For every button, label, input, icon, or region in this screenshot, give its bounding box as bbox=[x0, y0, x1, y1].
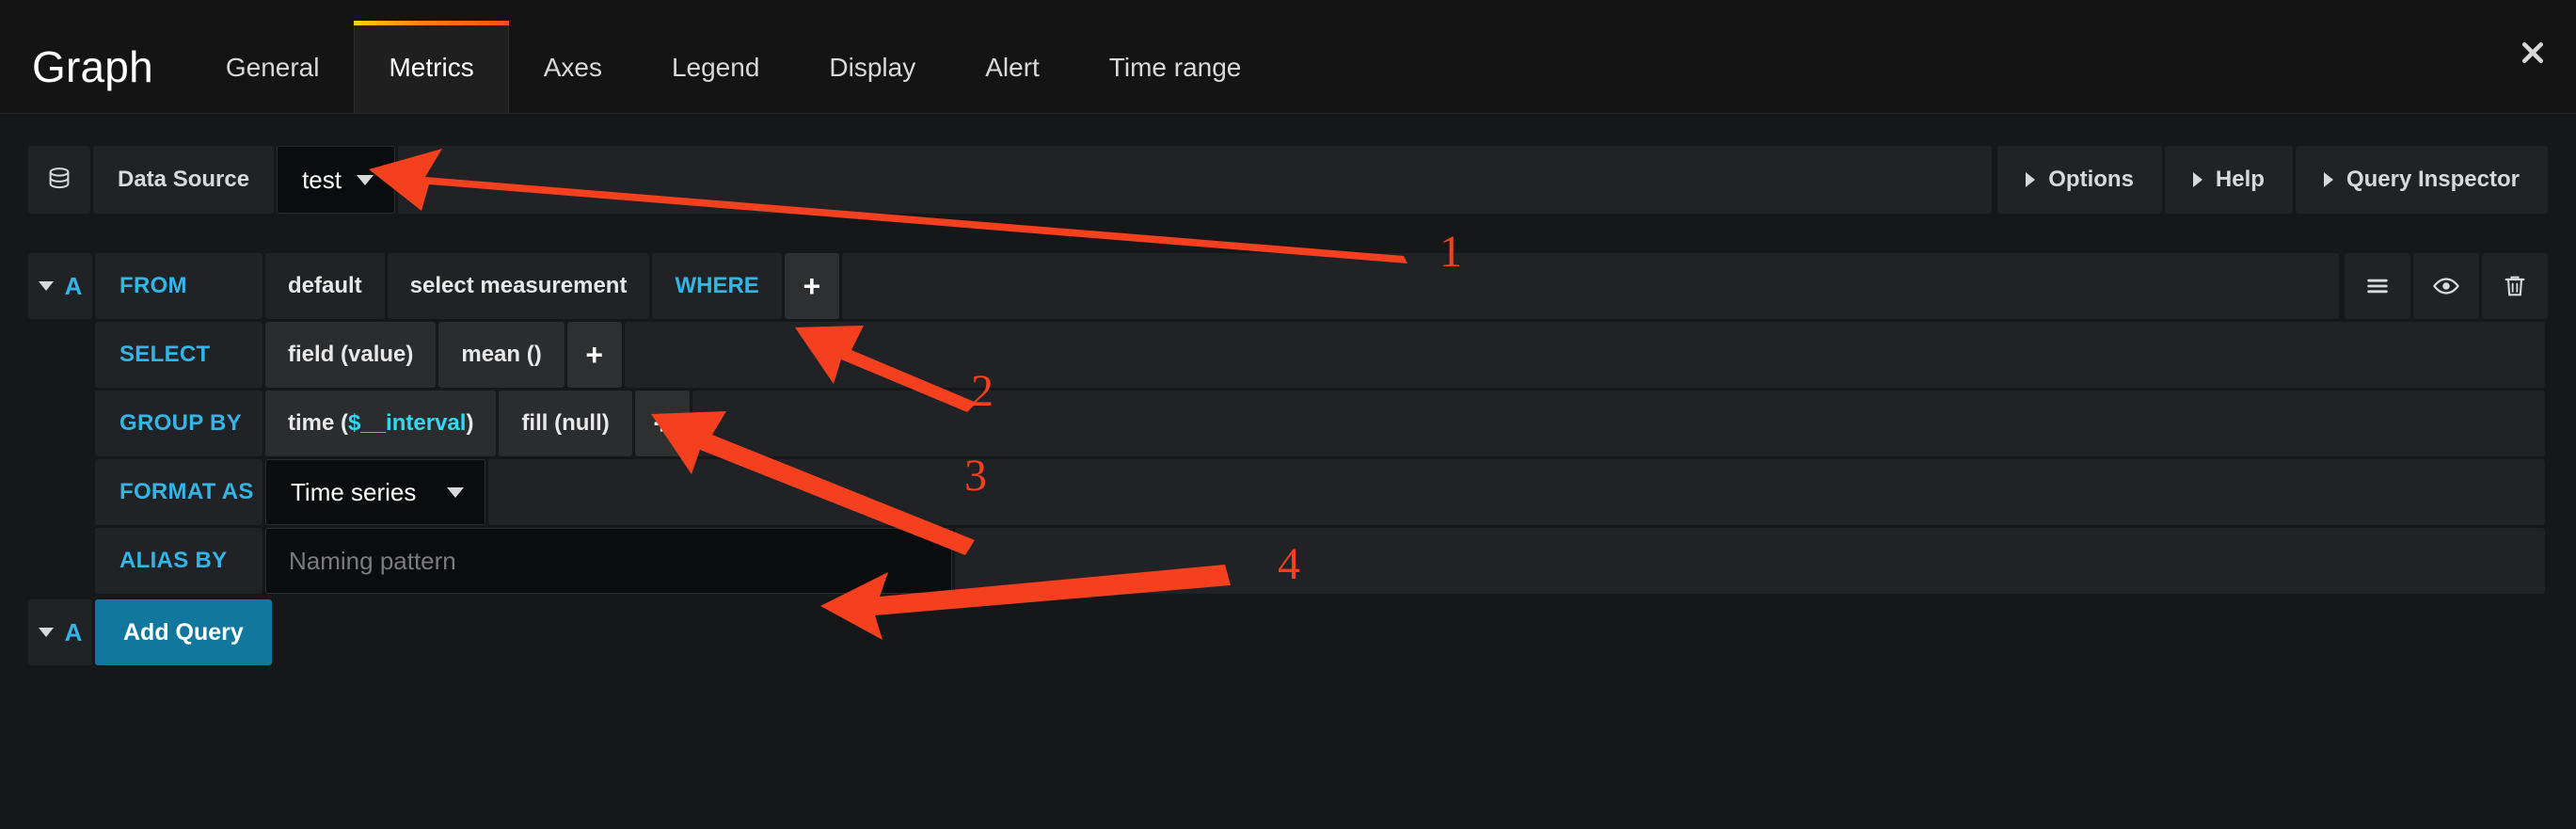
close-icon[interactable] bbox=[2489, 21, 2576, 85]
from-label: FROM bbox=[95, 253, 262, 319]
from-measurement-button[interactable]: select measurement bbox=[387, 253, 650, 319]
add-query-button[interactable]: Add Query bbox=[95, 599, 272, 665]
datasource-select[interactable]: test bbox=[277, 146, 395, 214]
tab-label: Display bbox=[829, 52, 916, 82]
chevron-right-icon bbox=[2192, 172, 2202, 187]
help-button-label: Help bbox=[2215, 167, 2265, 192]
chevron-down-icon bbox=[447, 486, 464, 498]
tab-label: Axes bbox=[543, 52, 602, 82]
group-by-row-filler bbox=[692, 391, 2545, 456]
chevron-right-icon bbox=[2026, 172, 2036, 187]
datasource-row-filler bbox=[397, 146, 1993, 214]
query-row-from: A FROM default select measurement WHERE … bbox=[28, 253, 2548, 319]
format-as-select[interactable]: Time series bbox=[265, 459, 485, 525]
alias-by-input[interactable] bbox=[265, 528, 952, 594]
datasource-label: Data Source bbox=[93, 146, 275, 214]
select-aggregation-button[interactable]: mean () bbox=[438, 322, 564, 388]
select-row-filler bbox=[624, 322, 2545, 388]
chevron-right-icon bbox=[2323, 172, 2333, 187]
options-button-label: Options bbox=[2048, 167, 2134, 192]
tab-legend[interactable]: Legend bbox=[637, 21, 794, 113]
select-label: SELECT bbox=[95, 322, 262, 388]
query-row-select: SELECT field (value) mean () + bbox=[28, 322, 2548, 388]
query-row-group-by: GROUP BY time ($__interval) fill (null) … bbox=[28, 391, 2548, 456]
tab-label: General bbox=[225, 52, 320, 82]
from-row-filler bbox=[841, 253, 2339, 319]
database-icon bbox=[28, 146, 90, 214]
select-add-button[interactable]: + bbox=[566, 322, 622, 388]
where-add-button[interactable]: + bbox=[784, 253, 839, 319]
chevron-down-icon bbox=[38, 281, 54, 291]
panel-editor-header: Graph General Metrics Axes Legend Displa… bbox=[0, 0, 2576, 114]
format-as-label: FORMAT AS bbox=[95, 459, 262, 525]
group-by-fill-button[interactable]: fill (null) bbox=[499, 391, 632, 456]
query-inspector-button[interactable]: Query Inspector bbox=[2295, 146, 2548, 214]
query-row-format-as: FORMAT AS Time series bbox=[28, 459, 2548, 525]
tab-label: Legend bbox=[671, 52, 760, 82]
add-query-letter: A bbox=[64, 617, 83, 646]
chevron-down-icon bbox=[38, 628, 54, 637]
tab-metrics[interactable]: Metrics bbox=[354, 21, 509, 113]
datasource-row: Data Source test Options Help Query Insp… bbox=[28, 146, 2548, 214]
group-by-time-variable: $__interval bbox=[348, 410, 467, 436]
group-by-time-prefix: time ( bbox=[288, 410, 349, 436]
query-editor-a: A FROM default select measurement WHERE … bbox=[28, 253, 2548, 665]
add-query-collapse-toggle[interactable]: A bbox=[28, 599, 92, 665]
from-policy-button[interactable]: default bbox=[265, 253, 385, 319]
query-row-alias-by: ALIAS BY bbox=[28, 528, 2548, 594]
group-by-time-button[interactable]: time ($__interval) bbox=[265, 391, 497, 456]
tab-alert[interactable]: Alert bbox=[950, 21, 1074, 113]
alias-by-label: ALIAS BY bbox=[95, 528, 262, 594]
group-by-add-button[interactable]: + bbox=[634, 391, 690, 456]
alias-by-row-filler bbox=[955, 528, 2545, 594]
page-title: Graph bbox=[32, 42, 153, 91]
hamburger-menu-icon[interactable] bbox=[2345, 253, 2410, 319]
group-by-label: GROUP BY bbox=[95, 391, 262, 456]
datasource-selected-value: test bbox=[302, 165, 342, 194]
select-field-button[interactable]: field (value) bbox=[265, 322, 437, 388]
tab-axes[interactable]: Axes bbox=[509, 21, 637, 113]
tab-label: Time range bbox=[1108, 52, 1242, 82]
header-spacer bbox=[1276, 21, 2489, 113]
options-button[interactable]: Options bbox=[1997, 146, 2162, 214]
trash-icon[interactable] bbox=[2482, 253, 2548, 319]
eye-icon[interactable] bbox=[2413, 253, 2479, 319]
tab-display[interactable]: Display bbox=[794, 21, 950, 113]
help-button[interactable]: Help bbox=[2164, 146, 2293, 214]
query-letter: A bbox=[64, 271, 83, 300]
format-as-value: Time series bbox=[291, 477, 417, 506]
query-collapse-toggle[interactable]: A bbox=[28, 253, 92, 319]
query-actions bbox=[2342, 253, 2548, 319]
chevron-down-icon bbox=[356, 174, 374, 185]
query-inspector-button-label: Query Inspector bbox=[2345, 167, 2520, 192]
where-keyword[interactable]: WHERE bbox=[652, 253, 782, 319]
add-query-row: A Add Query bbox=[28, 599, 2548, 665]
tab-label: Metrics bbox=[389, 52, 474, 82]
metrics-tab-content: Data Source test Options Help Query Insp… bbox=[0, 114, 2576, 665]
group-by-time-suffix: ) bbox=[466, 410, 474, 436]
tab-time-range[interactable]: Time range bbox=[1074, 21, 1277, 113]
format-as-row-filler bbox=[488, 459, 2545, 525]
tab-label: Alert bbox=[985, 52, 1040, 82]
tab-general[interactable]: General bbox=[191, 21, 355, 113]
